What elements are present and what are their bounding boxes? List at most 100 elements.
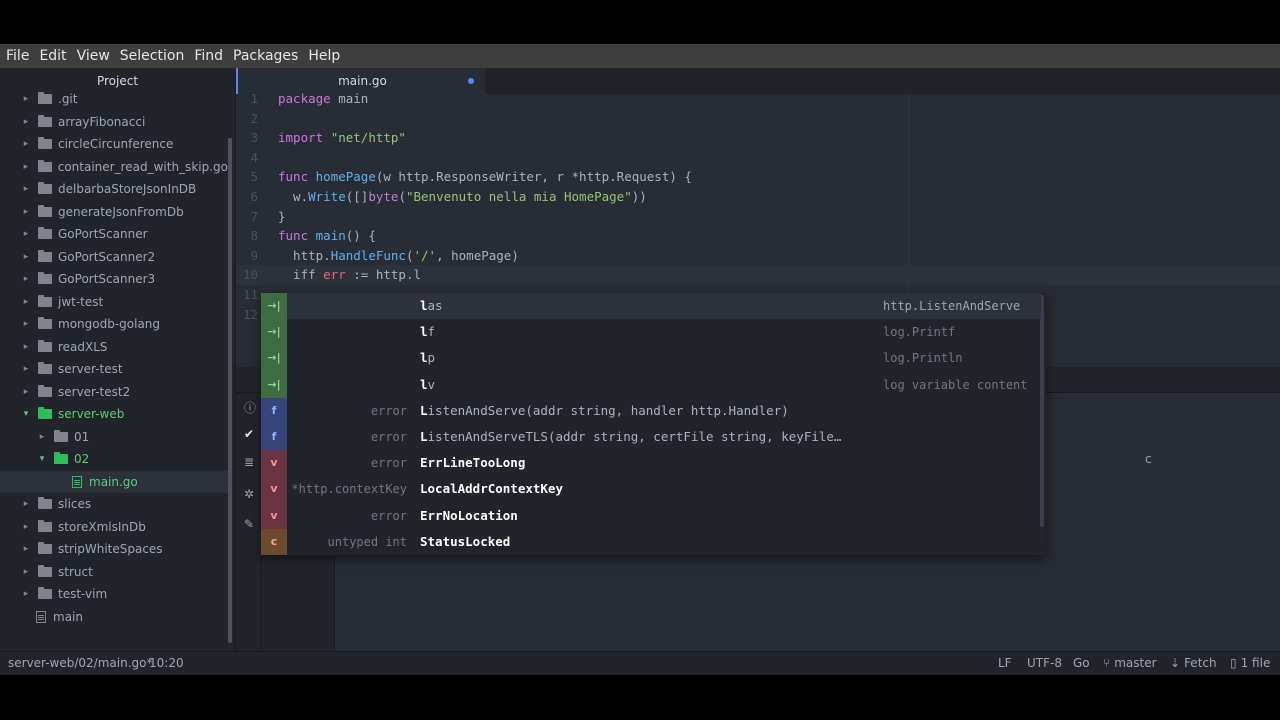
tree-item[interactable]: ▸ jwt-test <box>0 291 228 314</box>
modified-indicator-icon[interactable] <box>468 78 474 84</box>
chevron-right-icon[interactable]: ▸ <box>20 184 32 194</box>
autocomplete-item[interactable]: f error ListenAndServeTLS(addr string, cer… <box>261 424 1041 451</box>
check-icon[interactable]: ✔ <box>244 427 254 441</box>
line-number[interactable]: 8 <box>236 226 258 246</box>
autocomplete-item[interactable]: v error ErrLineTooLong <box>261 450 1041 477</box>
autocomplete-item[interactable]: v error ErrNoLocation <box>261 502 1041 529</box>
tree-item[interactable]: ▸ circleCircunference <box>0 133 228 156</box>
code-line[interactable]: 4 <box>236 148 1280 168</box>
tree-item[interactable]: ▸ slices <box>0 493 228 516</box>
line-number[interactable]: 2 <box>236 109 258 129</box>
chevron-right-icon[interactable]: ▸ <box>20 207 32 217</box>
chevron-right-icon[interactable]: ▸ <box>20 544 32 554</box>
code-line[interactable]: 5 func homePage(w http.ResponseWriter, r … <box>236 167 1280 187</box>
code-line[interactable]: 10 iff err := http.l <box>236 265 1280 285</box>
line-number[interactable]: 11 <box>236 285 258 305</box>
autocomplete-item[interactable]: →| las http.ListenAndServe <box>261 293 1041 320</box>
code-line[interactable]: 6 w.Write([]byte("Benvenuto nella mia Ho… <box>236 187 1280 207</box>
line-number[interactable]: 12 <box>236 305 258 325</box>
tree-item[interactable]: ▸ mongodb-golang <box>0 313 228 336</box>
line-number[interactable]: 4 <box>236 148 258 168</box>
chevron-right-icon[interactable]: ▸ <box>20 567 32 577</box>
tree-item[interactable]: ▸ storeXmlsInDb <box>0 516 228 539</box>
code-line[interactable]: 8 func main() { <box>236 226 1280 246</box>
tree-item[interactable]: ▾ 02 <box>0 448 228 471</box>
autocomplete-item[interactable]: f error ListenAndServe(addr string, handle… <box>261 397 1041 424</box>
line-number[interactable]: 10 <box>236 265 258 285</box>
status-fetch[interactable]: ⇣ Fetch <box>1170 652 1217 675</box>
code-line[interactable]: 7} <box>236 207 1280 227</box>
chevron-right-icon[interactable]: ▸ <box>20 589 32 599</box>
chevron-right-icon[interactable]: ▸ <box>20 117 32 127</box>
chevron-right-icon[interactable]: ▸ <box>20 297 32 307</box>
list-icon[interactable]: ≣ <box>244 455 254 469</box>
tree-item[interactable]: ▾ server-web <box>0 403 228 426</box>
chevron-right-icon[interactable]: ▸ <box>20 387 32 397</box>
menu-selection[interactable]: Selection <box>120 48 185 64</box>
status-grammar[interactable]: Go <box>1073 652 1090 675</box>
tree-item[interactable]: ▸ delbarbaStoreJsonInDB <box>0 178 228 201</box>
status-encoding[interactable]: UTF-8 <box>1027 652 1062 675</box>
chevron-right-icon[interactable]: ▸ <box>20 139 32 149</box>
tree-item[interactable]: ▸ arrayFibonacci <box>0 111 228 134</box>
tree-item[interactable]: ▸ test-vim <box>0 583 228 606</box>
tree-item[interactable]: ▸ server-test <box>0 358 228 381</box>
tree-item[interactable]: main <box>0 606 228 629</box>
menu-help[interactable]: Help <box>308 48 340 64</box>
tree-item[interactable]: ▸ container_read_with_skip.go <box>0 156 228 179</box>
status-file-path[interactable]: server-web/02/main.go* <box>8 652 152 675</box>
tree-item[interactable]: ▸ stripWhiteSpaces <box>0 538 228 561</box>
info-icon[interactable]: ⓘ <box>244 399 256 416</box>
autocomplete-item[interactable]: →| lf log.Printf <box>261 319 1041 346</box>
tree-item[interactable]: main.go <box>0 470 228 493</box>
code-line[interactable]: 2 <box>236 109 1280 129</box>
tree-item[interactable]: ▸ struct <box>0 561 228 584</box>
tree-item[interactable]: ▸ GoPortScanner <box>0 223 228 246</box>
tree-item[interactable]: ▸ readXLS <box>0 336 228 359</box>
autocomplete-item[interactable]: →| lv log variable content <box>261 371 1041 398</box>
line-number[interactable]: 9 <box>236 246 258 266</box>
bug-icon[interactable]: ✲ <box>244 487 254 501</box>
line-number[interactable]: 3 <box>236 128 258 148</box>
chevron-down-icon[interactable]: ▾ <box>36 454 48 464</box>
menu-packages[interactable]: Packages <box>233 48 298 64</box>
chevron-right-icon[interactable]: ▸ <box>20 364 32 374</box>
status-branch[interactable]: ⑂ master <box>1103 652 1157 675</box>
code-line[interactable]: 9 http.HandleFunc('/', homePage) <box>236 246 1280 266</box>
chevron-right-icon[interactable]: ▸ <box>20 252 32 262</box>
autocomplete-item[interactable]: →| lp log.Println <box>261 345 1041 372</box>
status-line-ending[interactable]: LF <box>998 652 1012 675</box>
chevron-right-icon[interactable]: ▸ <box>20 229 32 239</box>
chevron-down-icon[interactable]: ▾ <box>20 409 32 419</box>
tree-item[interactable]: ▸ server-test2 <box>0 381 228 404</box>
line-number[interactable]: 1 <box>236 89 258 109</box>
autocomplete-item[interactable]: c untyped int StatusLocked <box>261 528 1041 555</box>
chevron-right-icon[interactable]: ▸ <box>20 274 32 284</box>
tree-item[interactable]: ▸ generateJsonFromDb <box>0 201 228 224</box>
chevron-right-icon[interactable]: ▸ <box>20 522 32 532</box>
chevron-right-icon[interactable]: ▸ <box>36 432 48 442</box>
menu-edit[interactable]: Edit <box>39 48 66 64</box>
chevron-right-icon[interactable]: ▸ <box>20 342 32 352</box>
menu-file[interactable]: File <box>6 48 29 64</box>
tree-item[interactable]: ▸ GoPortScanner3 <box>0 268 228 291</box>
line-number[interactable]: 5 <box>236 167 258 187</box>
tree-item[interactable]: ▸ GoPortScanner2 <box>0 246 228 269</box>
tools-icon[interactable]: ✎ <box>244 517 254 531</box>
menu-find[interactable]: Find <box>194 48 223 64</box>
line-number[interactable]: 6 <box>236 187 258 207</box>
line-number[interactable]: 7 <box>236 207 258 227</box>
menu-view[interactable]: View <box>77 48 110 64</box>
chevron-right-icon[interactable]: ▸ <box>20 499 32 509</box>
status-files[interactable]: ▯ 1 file <box>1230 652 1270 675</box>
tree-scrollbar[interactable] <box>228 138 232 643</box>
tree-item[interactable]: ▸ .git <box>0 88 228 111</box>
chevron-right-icon[interactable]: ▸ <box>20 94 32 104</box>
code-line[interactable]: 1 package main <box>236 89 1280 109</box>
status-cursor-position[interactable]: 10:20 <box>149 652 184 675</box>
autocomplete-item[interactable]: v *http.contextKey LocalAddrContextKey <box>261 476 1041 503</box>
chevron-right-icon[interactable]: ▸ <box>20 319 32 329</box>
chevron-right-icon[interactable]: ▸ <box>20 162 32 172</box>
tree-item[interactable]: ▸ 01 <box>0 426 228 449</box>
code-line[interactable]: 3 import "net/http" <box>236 128 1280 148</box>
